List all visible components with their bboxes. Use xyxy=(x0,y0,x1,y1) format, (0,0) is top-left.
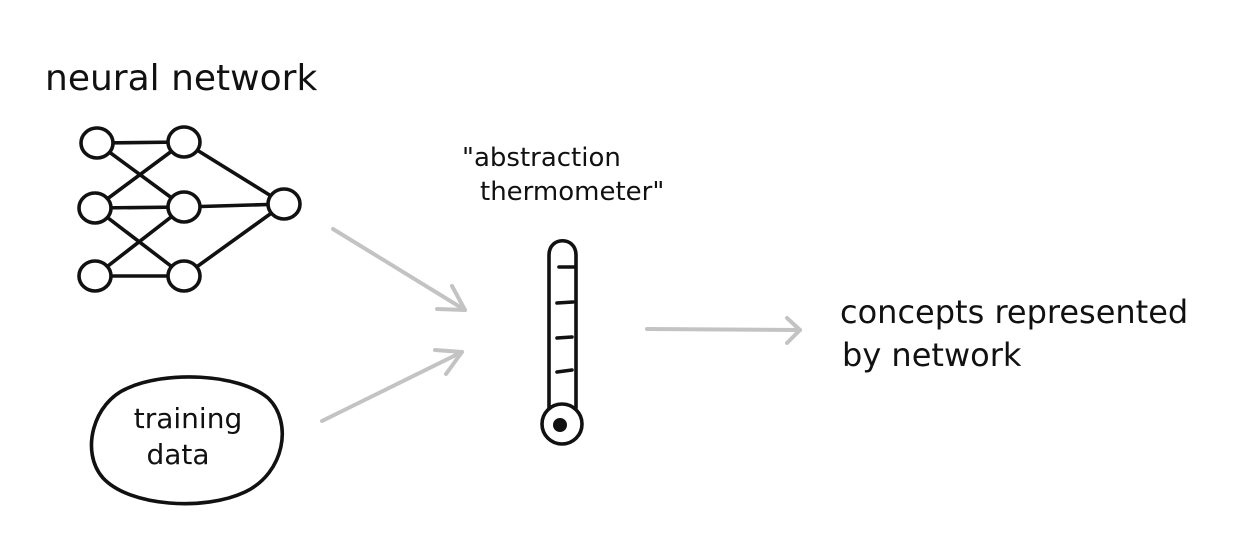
thermometer-title-line1: "abstraction xyxy=(462,143,621,173)
network-edge xyxy=(182,140,286,206)
abstraction-thermometer-icon xyxy=(540,239,584,446)
concepts-label-line2: by network xyxy=(842,336,1022,374)
input-node xyxy=(79,126,115,160)
hidden-node xyxy=(166,125,202,159)
hidden-node xyxy=(166,259,202,293)
diagram-canvas: neural network training data "abstractio… xyxy=(45,58,1188,506)
thermometer-ticks xyxy=(555,265,576,374)
network-nodes xyxy=(77,125,302,293)
output-node xyxy=(266,187,302,221)
neural-network-graph xyxy=(77,125,302,293)
thermometer-bulb-fill xyxy=(553,418,567,432)
input-node xyxy=(77,259,113,293)
arrow-thermometer-to-concepts xyxy=(645,316,802,345)
neural-network-title: neural network xyxy=(45,58,317,99)
arrow-network-to-thermometer xyxy=(331,227,467,312)
training-data-label-line2: data xyxy=(146,438,209,471)
arrow-data-to-thermometer xyxy=(320,348,464,423)
hidden-node xyxy=(166,190,202,224)
training-data-label-line1: training xyxy=(134,402,242,435)
input-node xyxy=(77,191,113,225)
concepts-label-line1: concepts represented xyxy=(840,293,1188,331)
thermometer-title-line2: thermometer" xyxy=(480,177,664,207)
